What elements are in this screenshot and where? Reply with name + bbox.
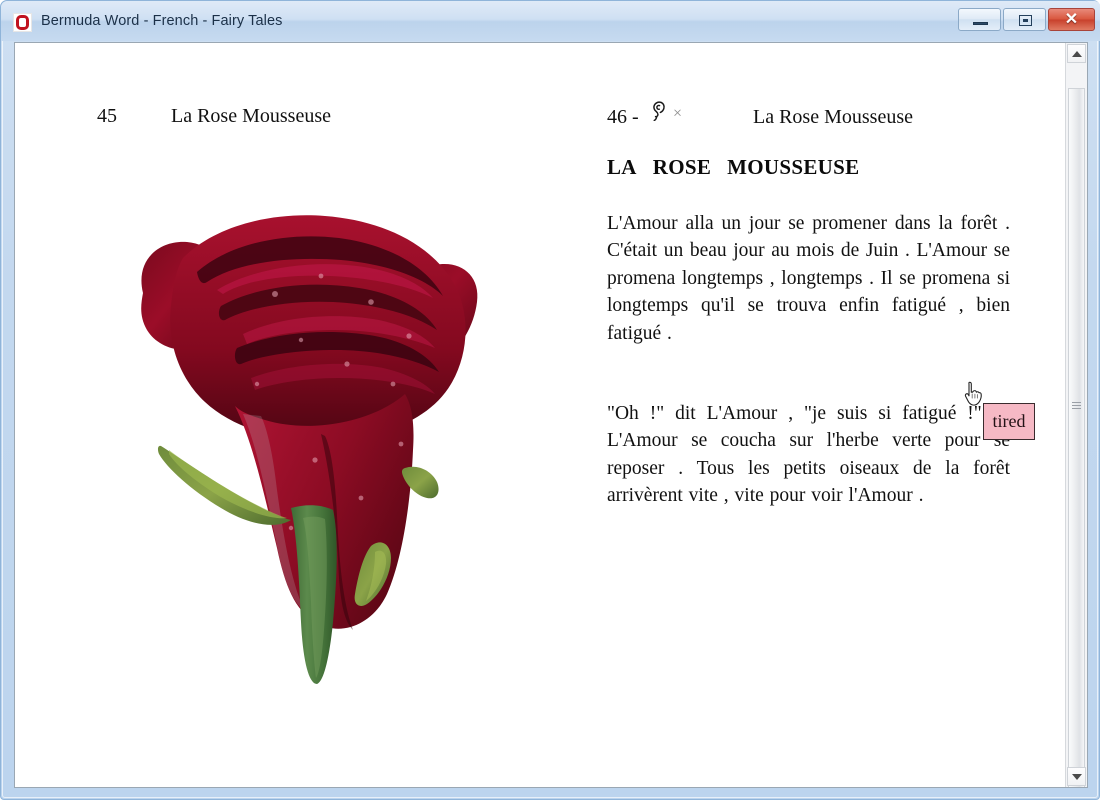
window-title: Bermuda Word - French - Fairy Tales <box>41 13 283 29</box>
title-bar[interactable]: Bermuda Word - French - Fairy Tales ✕ <box>1 1 1100 41</box>
right-page-number: 46 - <box>607 106 639 128</box>
story-paragraph-2[interactable]: "Oh !" dit L'Amour , "je suis si fatigué… <box>607 400 1010 510</box>
translation-tooltip: tired <box>983 403 1035 440</box>
left-page: 45 La Rose Mousseuse <box>15 43 545 787</box>
close-icon: ✕ <box>1064 11 1079 28</box>
maximize-button[interactable] <box>1003 8 1046 31</box>
ear-listen-icon[interactable] <box>650 101 666 122</box>
story-title-word-2: ROSE <box>652 155 712 179</box>
scroll-down-button[interactable] <box>1067 767 1086 786</box>
close-button[interactable]: ✕ <box>1048 8 1095 31</box>
story-title: LA ROSE MOUSSEUSE <box>607 155 875 180</box>
close-audio-icon[interactable]: × <box>673 105 682 123</box>
red-rose-illustration <box>125 198 505 698</box>
story-title-word-3: MOUSSEUSE <box>727 155 860 179</box>
scroll-up-button[interactable] <box>1067 44 1086 63</box>
scroll-thumb-grip <box>1072 402 1081 411</box>
window-controls: ✕ <box>958 8 1095 31</box>
scroll-down-arrow-icon <box>1072 774 1082 780</box>
right-page-chapter-title: La Rose Mousseuse <box>753 106 913 128</box>
application-window: Bermuda Word - French - Fairy Tales ✕ 45… <box>0 0 1100 800</box>
maximize-icon <box>1019 15 1032 26</box>
left-page-number: 45 <box>97 105 117 127</box>
minimize-icon <box>973 22 988 25</box>
left-page-chapter-title: La Rose Mousseuse <box>171 105 331 127</box>
scroll-thumb[interactable] <box>1068 88 1085 787</box>
minimize-button[interactable] <box>958 8 1001 31</box>
story-paragraph-1[interactable]: L'Amour alla un jour se promener dans la… <box>607 210 1010 347</box>
story-title-word-1: LA <box>607 155 637 179</box>
scroll-up-arrow-icon <box>1072 51 1082 57</box>
document-client-area: 45 La Rose Mousseuse 46 - × La Rose Mous… <box>14 42 1088 788</box>
vertical-scrollbar[interactable] <box>1065 43 1087 787</box>
bermuda-word-icon <box>13 13 32 32</box>
